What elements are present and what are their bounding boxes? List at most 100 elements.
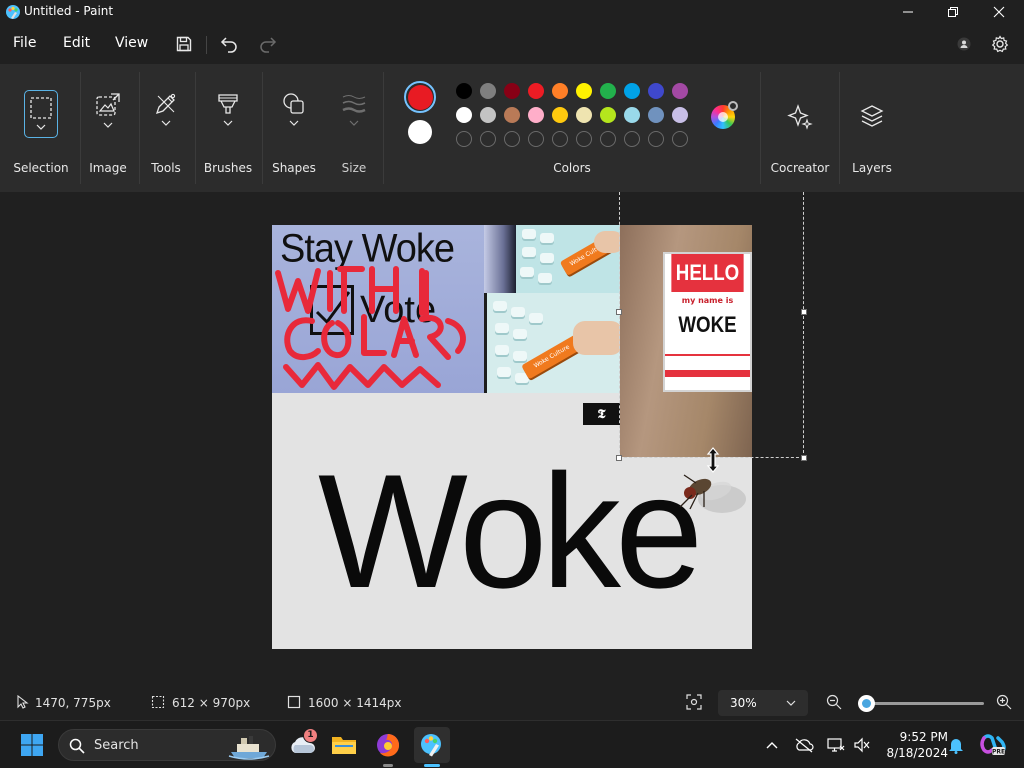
layers-tool[interactable] [855,104,889,156]
redo-icon [260,37,277,53]
palette-swatch[interactable] [552,83,568,99]
selection-tool[interactable] [24,96,58,148]
size-tool[interactable] [337,92,371,144]
red-scribble-drawing [275,266,466,390]
selection-handle-right[interactable] [801,309,807,315]
palette-swatch[interactable] [504,83,520,99]
chevron-down-icon [349,120,359,126]
selection-marquee[interactable] [619,192,804,458]
custom-color-slot[interactable] [600,131,616,147]
shapes-label: Shapes [272,161,316,175]
start-button[interactable] [14,727,50,763]
palette-swatch[interactable] [528,83,544,99]
zoom-out-button[interactable] [826,694,842,710]
zoom-slider-thumb[interactable] [858,695,876,712]
custom-color-slot[interactable] [528,131,544,147]
image-label: Image [89,161,127,175]
selection-handle-bottom-left[interactable] [616,455,622,461]
brushes-tool[interactable] [211,92,245,144]
custom-color-slot[interactable] [480,131,496,147]
palette-swatch[interactable] [456,107,472,123]
vertical-resize-cursor-icon [706,447,720,473]
custom-color-slot[interactable] [504,131,520,147]
palette-swatch[interactable] [648,107,664,123]
size-group[interactable]: Size [330,64,378,192]
save-icon [176,36,192,52]
palette-swatch[interactable] [648,83,664,99]
image-tool[interactable] [91,92,125,144]
selection-handle-bottom-right[interactable] [801,455,807,461]
custom-color-slot[interactable] [648,131,664,147]
custom-color-slot[interactable] [552,131,568,147]
show-hidden-icons-button[interactable] [762,735,782,755]
taskbar-paint[interactable] [414,727,450,763]
palette-swatch[interactable] [480,107,496,123]
search-icon [69,738,85,754]
taskbar: Search 1 9:52 PM 8/18/2024 PRE [0,720,1024,768]
cocreator-tool[interactable] [783,104,817,156]
keyboard-photo: Woke Culture [484,293,620,393]
redo-button[interactable] [256,32,280,56]
menu-view[interactable]: View [115,35,148,51]
palette-swatch[interactable] [672,107,688,123]
stay-woke-image: Stay Woke Vote [272,225,516,393]
palette-swatch[interactable] [504,107,520,123]
keyboard-photo-top: Woke Culture [516,225,620,293]
selection-handle-left[interactable] [616,309,622,315]
copilot-button[interactable]: PRE [980,734,1006,756]
layers-group[interactable]: Layers [842,64,902,192]
taskbar-file-explorer[interactable] [326,727,362,763]
restore-button[interactable] [930,0,976,24]
image-group[interactable]: Image [82,64,134,192]
palette-swatch[interactable] [456,83,472,99]
taskbar-firefox[interactable] [370,727,406,763]
firefox-running-indicator [383,764,393,767]
shapes-tool[interactable] [277,92,311,144]
palette-swatch[interactable] [624,83,640,99]
custom-color-slot[interactable] [576,131,592,147]
tools-group[interactable]: Tools [141,64,191,192]
primary-color-selector[interactable] [404,81,436,113]
palette-swatch[interactable] [528,107,544,123]
tools-tool[interactable] [149,92,183,144]
cocreator-group[interactable]: Cocreator [766,64,834,192]
palette-swatch[interactable] [576,83,592,99]
account-button[interactable] [952,32,976,56]
palette-swatch[interactable] [480,83,496,99]
shapes-group[interactable]: Shapes [266,64,322,192]
undo-button[interactable] [217,32,241,56]
selection-group[interactable]: Selection [8,64,74,192]
palette-swatch[interactable] [600,107,616,123]
sparkle-icon [787,104,813,130]
onedrive-status[interactable] [794,735,814,755]
custom-color-slot[interactable] [624,131,640,147]
network-status[interactable] [826,735,846,755]
canvas-workspace[interactable]: Stay Woke Vote Woke Culture Woke Culture… [0,192,1024,686]
palette-swatch[interactable] [600,83,616,99]
palette-swatch[interactable] [672,83,688,99]
taskbar-search-box[interactable]: Search [58,729,276,761]
custom-color-slot[interactable] [456,131,472,147]
taskbar-clock[interactable]: 9:52 PM 8/18/2024 [878,729,948,761]
brushes-group[interactable]: Brushes [198,64,258,192]
menu-file[interactable]: File [13,35,36,51]
palette-swatch[interactable] [552,107,568,123]
zoom-level-dropdown[interactable]: 30% [718,690,808,716]
palette-swatch[interactable] [624,107,640,123]
ribbon-separator [262,72,263,184]
secondary-color-selector[interactable] [408,120,432,144]
settings-button[interactable] [988,32,1012,56]
close-button[interactable] [976,0,1022,24]
layers-label: Layers [852,161,892,175]
zoom-slider-track[interactable] [862,702,984,705]
menu-edit[interactable]: Edit [63,35,90,51]
zoom-in-button[interactable] [996,694,1012,710]
custom-color-slot[interactable] [672,131,688,147]
volume-status[interactable] [852,735,872,755]
canvas-size: 1600 × 1414px [308,696,402,710]
notifications-button[interactable] [946,735,966,755]
palette-swatch[interactable] [576,107,592,123]
save-button[interactable] [172,32,196,56]
fit-to-window-button[interactable] [686,694,702,710]
minimize-button[interactable] [885,0,931,24]
